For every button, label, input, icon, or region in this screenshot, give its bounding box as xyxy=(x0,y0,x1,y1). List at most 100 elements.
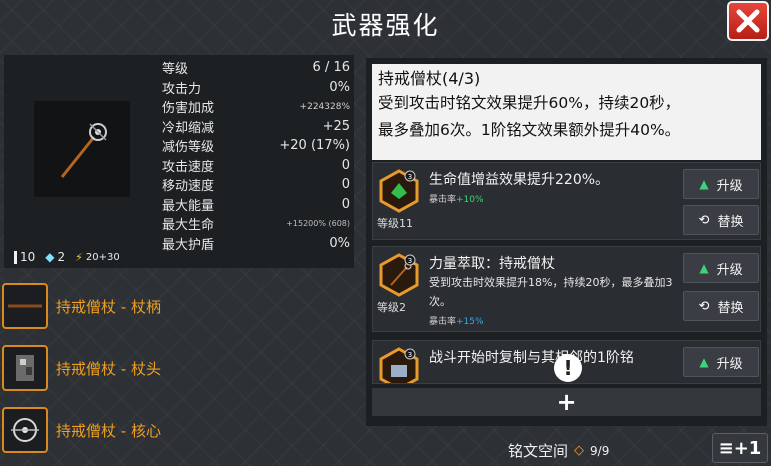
rune-tier: 3 xyxy=(408,173,412,181)
rune-gem-icon: 3 xyxy=(377,347,421,383)
ammo-icon xyxy=(14,250,17,264)
resource-row: 10 ◆ 2 ⚡ 20+30 xyxy=(14,250,120,264)
stat-value: +20 (17%) xyxy=(279,138,350,154)
stat-label: 伤害加成 xyxy=(162,101,215,117)
crystal-count: 2 xyxy=(57,250,66,264)
head-part-icon xyxy=(2,345,48,391)
arrow-up-icon: ▲ xyxy=(699,355,709,369)
stat-label: 攻击力 xyxy=(162,81,202,97)
part-label: 持戒僧杖 - 杖柄 xyxy=(56,297,161,316)
stat-value: 0 xyxy=(341,196,350,212)
crit-value: +10% xyxy=(456,195,484,205)
stat-row: 等级 6 / 16 xyxy=(162,58,350,78)
stat-row: 冷却缩减 +25 xyxy=(162,117,350,137)
stat-label: 减伤等级 xyxy=(162,140,215,156)
stat-value: +15200% (608) xyxy=(286,219,350,229)
replace-label: 替换 xyxy=(717,300,744,316)
stat-row: 伤害加成 +224328% xyxy=(162,97,350,117)
stat-value: 6 / 16 xyxy=(312,60,350,76)
swap-icon: ⟲ xyxy=(698,212,710,228)
rune-space-count: 9/9 xyxy=(590,443,610,458)
stat-row: 最大生命 +15200% (608) xyxy=(162,214,350,234)
rune-level: 等级2 xyxy=(377,301,406,314)
stat-label: 攻击速度 xyxy=(162,159,215,175)
rune-detail: 暴击率+10% xyxy=(429,189,679,210)
replace-label: 替换 xyxy=(717,214,744,230)
crit-value: +15% xyxy=(456,317,484,327)
set-description: 持戒僧杖(4/3) 受到攻击时铭文效果提升60%，持续20秒， 最多叠加6次。1… xyxy=(372,64,761,160)
staff-icon xyxy=(60,123,107,178)
rune-title: 力量萃取：持戒僧杖 xyxy=(429,256,555,272)
crystal-icon: ◆ xyxy=(45,250,55,264)
stat-value: 0% xyxy=(329,235,350,251)
replace-button[interactable]: ⟲ 替换 xyxy=(683,205,759,235)
part-head[interactable]: 持戒僧杖 - 杖头 xyxy=(2,342,352,394)
stat-label: 移动速度 xyxy=(162,179,215,195)
stat-label: 等级 xyxy=(162,62,189,78)
upgrade-label: 升级 xyxy=(716,356,743,372)
close-button[interactable] xyxy=(727,1,769,41)
handle-part-icon xyxy=(2,283,48,329)
page-title: 武器强化 xyxy=(331,11,440,40)
upgrade-button[interactable]: ▲ 升级 xyxy=(683,253,759,283)
expand-slots-button[interactable]: ≡+1 xyxy=(712,433,768,463)
diamond-icon: ◇ xyxy=(574,443,585,458)
plus-icon: + xyxy=(556,388,577,416)
stat-label: 最大护盾 xyxy=(162,237,215,253)
stat-row: 最大护盾 0% xyxy=(162,234,350,254)
crit-label: 暴击率 xyxy=(429,317,457,327)
part-core[interactable]: 持戒僧杖 - 核心 xyxy=(2,404,352,456)
core-part-icon xyxy=(2,407,48,453)
upgrade-button[interactable]: ▲ 升级 xyxy=(683,347,759,377)
rune-title: 战斗开始时复制与其相邻的1阶铭 xyxy=(429,350,634,366)
stats-panel: 等级 6 / 16 攻击力 0% 伤害加成 +224328% 冷却缩减 +25 减伤等级 +20 … xyxy=(4,55,354,268)
rune-tier: 3 xyxy=(408,257,412,265)
alert-icon: ! xyxy=(554,354,582,382)
crystal-resource: ◆ 2 xyxy=(45,250,65,264)
rune-effect: 受到攻击时效果提升18%，持续20秒，最多叠加3次。 xyxy=(429,276,673,308)
rune-slot-1[interactable]: 3 等级11 生命值增益效果提升220%。 暴击率+10% ▲ 升级 ⟲ 替换 xyxy=(372,162,761,240)
rune-detail: 受到攻击时效果提升18%，持续20秒，最多叠加3次。 暴击率+15% xyxy=(429,273,679,332)
stat-value: +25 xyxy=(322,118,350,134)
rune-gem-icon: 3 xyxy=(377,253,421,297)
stat-label: 最大生命 xyxy=(162,218,215,234)
ammo-count: 10 xyxy=(20,250,36,264)
rune-tier: 3 xyxy=(408,351,412,359)
stat-row: 移动速度 0 xyxy=(162,175,350,195)
rune-title: 生命值增益效果提升220%。 xyxy=(429,172,610,188)
energy-icon: ⚡ xyxy=(75,250,83,264)
upgrade-button[interactable]: ▲ 升级 xyxy=(683,169,759,199)
stat-row: 减伤等级 +20 (17%) xyxy=(162,136,350,156)
part-handle[interactable]: 持戒僧杖 - 杖柄 xyxy=(2,280,352,332)
set-desc-line: 受到攻击时铭文效果提升60%，持续20秒， xyxy=(378,94,681,112)
arrow-up-icon: ▲ xyxy=(699,261,709,275)
stat-value: 0% xyxy=(329,79,350,95)
upgrade-label: 升级 xyxy=(716,178,743,194)
rune-slot-2[interactable]: 3 等级2 力量萃取：持戒僧杖 受到攻击时效果提升18%，持续20秒，最多叠加3… xyxy=(372,246,761,332)
stats-list: 等级 6 / 16 攻击力 0% 伤害加成 +224328% 冷却缩减 +25 减伤等级 +20 … xyxy=(162,58,350,253)
stat-value: 0 xyxy=(341,177,350,193)
add-rune-button[interactable]: + xyxy=(372,388,761,416)
stat-value: 0 xyxy=(341,157,350,173)
swap-icon: ⟲ xyxy=(698,298,710,314)
stat-row: 攻击速度 0 xyxy=(162,156,350,176)
rune-space-label: 铭文空间 xyxy=(508,442,569,460)
replace-button[interactable]: ⟲ 替换 xyxy=(683,291,759,321)
weapon-preview xyxy=(34,101,130,197)
crit-label: 暴击率 xyxy=(429,195,457,205)
part-label: 持戒僧杖 - 杖头 xyxy=(56,359,161,378)
expand-label: ≡+1 xyxy=(718,437,762,459)
ammo-resource: 10 xyxy=(14,250,35,264)
stat-label: 冷却缩减 xyxy=(162,120,215,136)
stat-value: +224328% xyxy=(299,101,350,112)
energy-count: 20+30 xyxy=(85,251,120,263)
rune-level: 等级11 xyxy=(377,217,413,230)
stat-row: 攻击力 0% xyxy=(162,78,350,98)
rune-gem-icon: 3 xyxy=(377,169,421,213)
arrow-up-icon: ▲ xyxy=(699,177,709,191)
stat-row: 最大能量 0 xyxy=(162,195,350,215)
upgrade-label: 升级 xyxy=(716,262,743,278)
stat-label: 最大能量 xyxy=(162,198,215,214)
rune-space-indicator: 铭文空间 ◇ 9/9 xyxy=(508,440,609,461)
close-icon xyxy=(736,9,760,33)
